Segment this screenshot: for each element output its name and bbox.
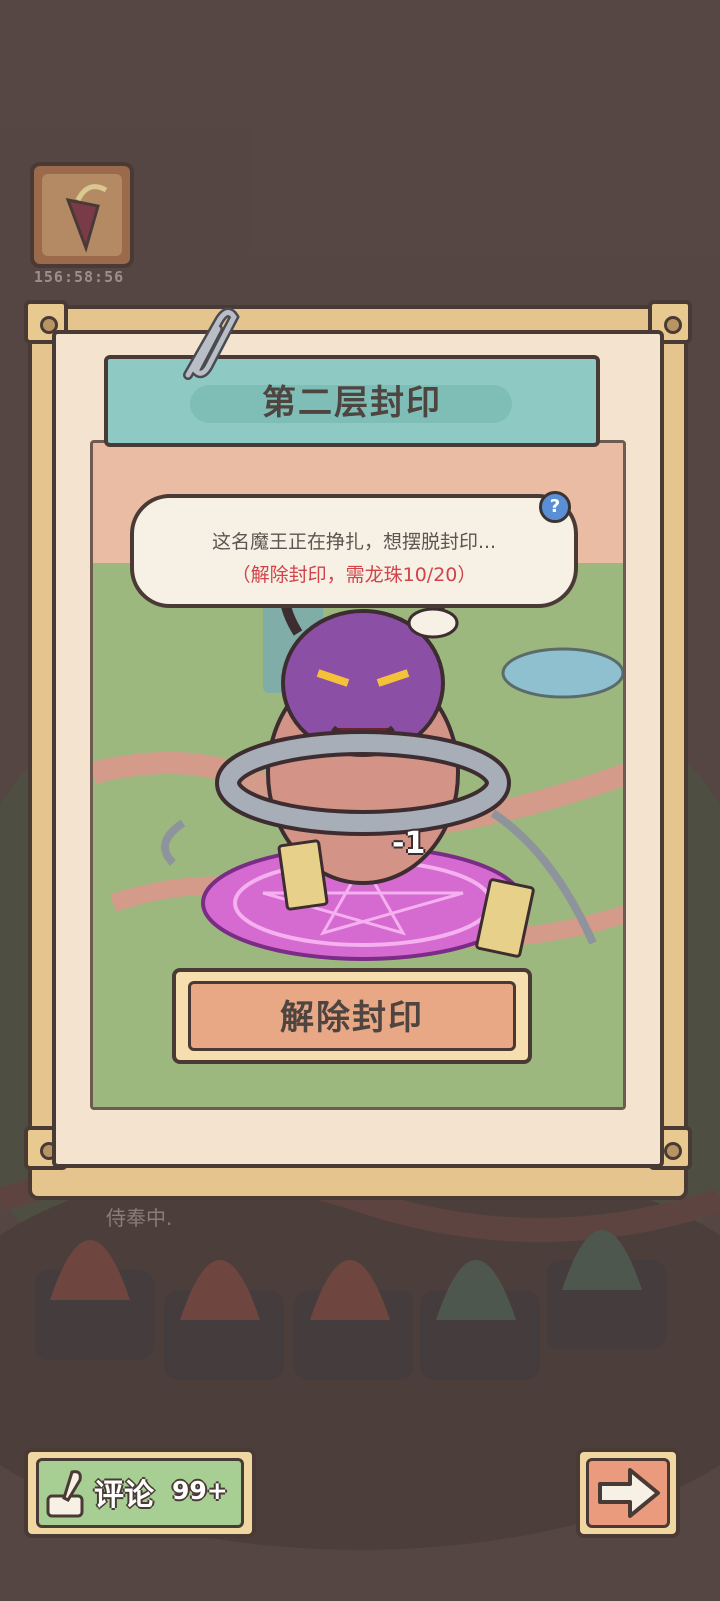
right-arrow-icon [598,1468,660,1518]
quill-ink-icon [46,1470,84,1518]
comment-label[interactable]: 评论 [94,1470,154,1514]
question-mark-icon[interactable]: ? [539,491,571,523]
countdown-timer: 156:58:56 [33,268,125,286]
item-card-icon[interactable] [28,160,136,270]
paperclip-icon [183,307,240,380]
requirement-text: （解除封印，需龙珠10/20） [231,564,477,586]
bubble-message: 这名魔王正在挣扎，想摆脱封印... [211,531,497,553]
unseal-button-label[interactable]: 解除封印 [172,990,532,1039]
comment-count: 99+ [172,1476,228,1505]
serving-status-text: 侍奉中. [106,1206,173,1230]
damage-indicator: -1 [392,826,426,861]
